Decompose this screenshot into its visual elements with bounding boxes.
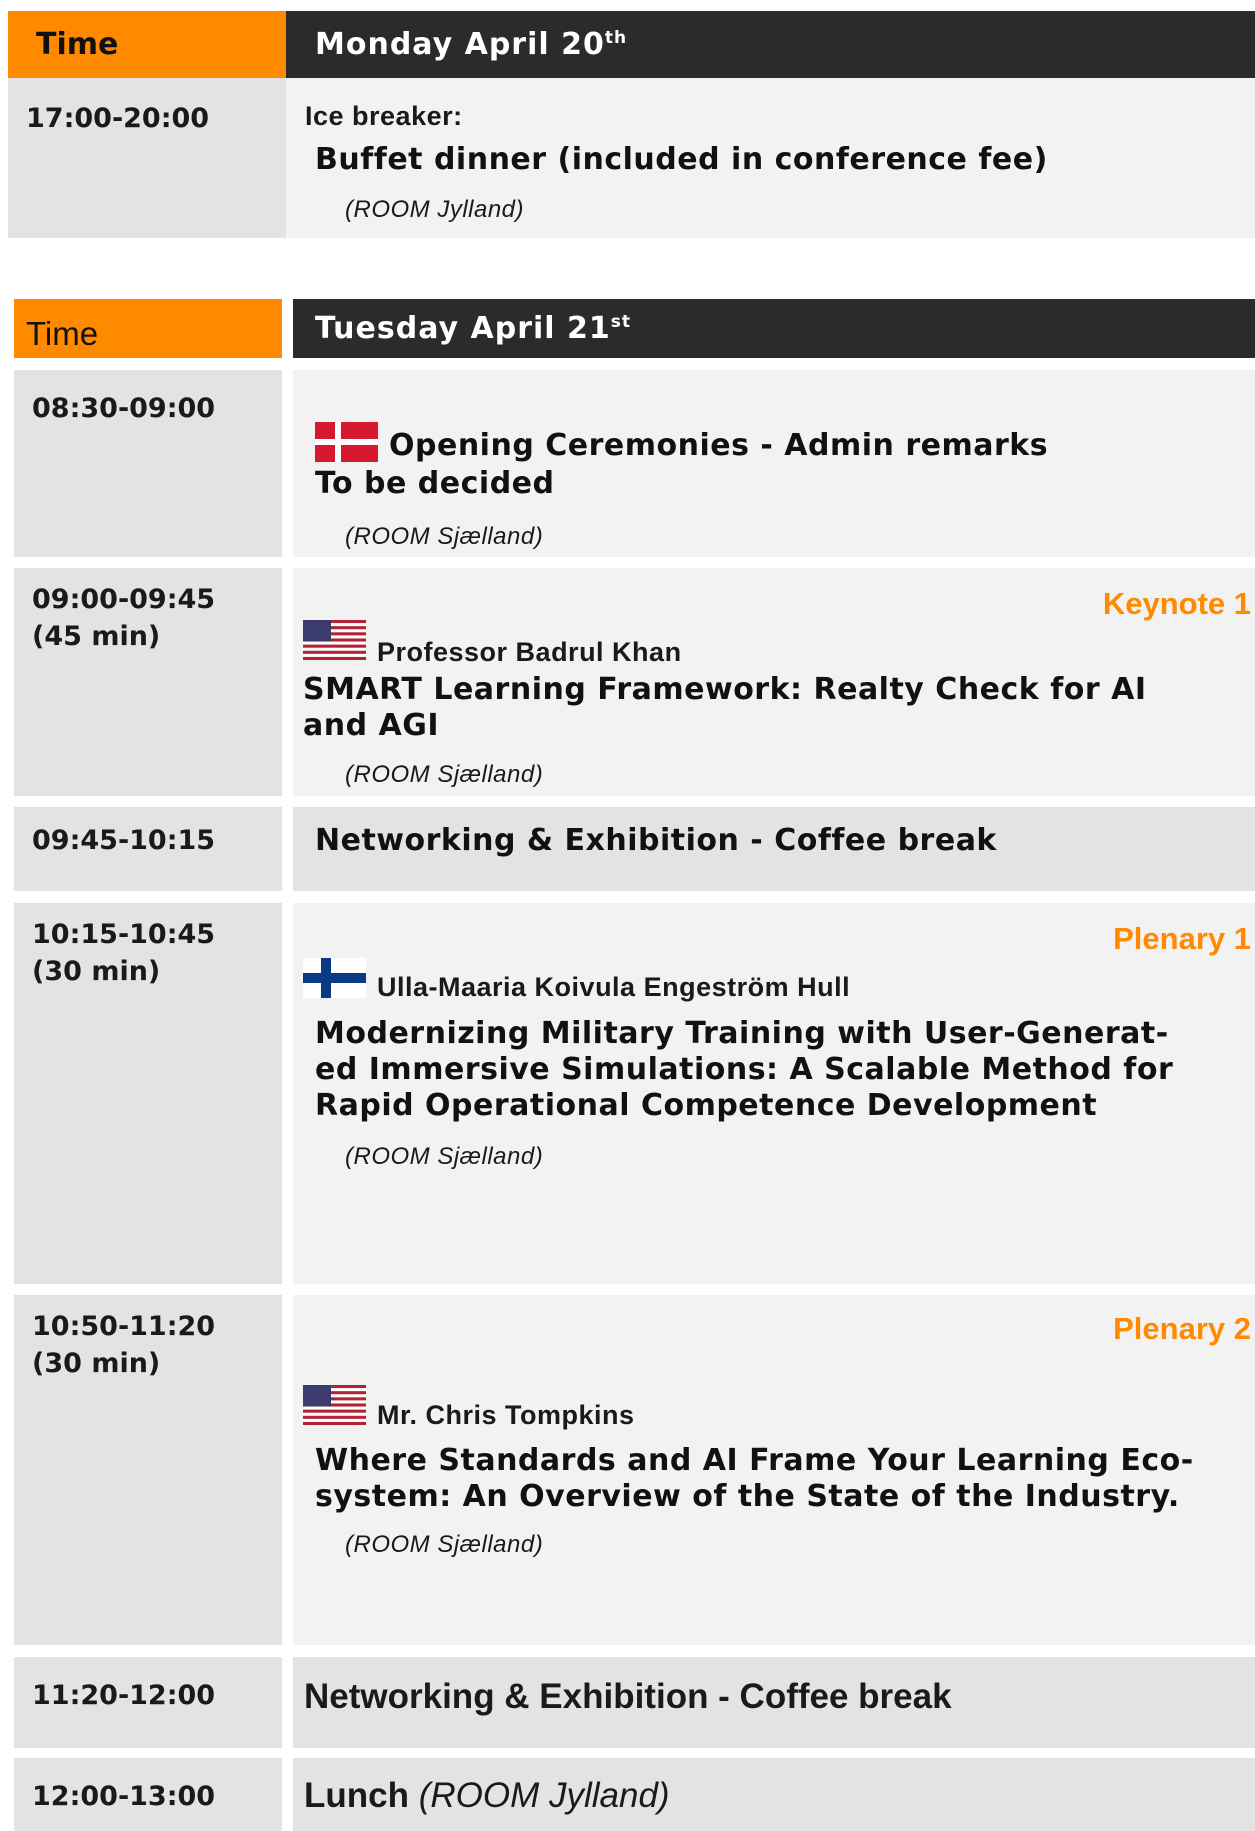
- day-header-tuesday: Tuesday April 21st: [293, 299, 1255, 358]
- session-room: (ROOM Jylland): [418, 1776, 670, 1815]
- session-title-line: ed Immersive Simulations: A Scalable Met…: [315, 1052, 1174, 1087]
- day-header-label: Monday April 20th: [315, 27, 628, 62]
- session-cell-icebreaker: Ice breaker: Buffet dinner (included in …: [286, 78, 1255, 238]
- session-tag: Plenary 2: [1113, 1311, 1251, 1346]
- session-cell-keynote-1: Keynote 1 Professor Badrul Khan SMART Le…: [293, 568, 1255, 796]
- time-cell: 12:00-13:00: [14, 1758, 282, 1831]
- session-title-line: Modernizing Military Training with User-…: [315, 1016, 1169, 1051]
- session-tag: Keynote 1: [1102, 586, 1251, 621]
- usa-flag-icon: [303, 1385, 366, 1425]
- denmark-flag-icon: [315, 422, 378, 462]
- session-title-line: system: An Overview of the State of the …: [315, 1479, 1180, 1514]
- speaker-name: Ulla-Maaria Koivula Engeström Hull: [377, 972, 851, 1002]
- session-room: (ROOM Jylland): [345, 196, 525, 223]
- time-slot: 10:15-10:45: [32, 919, 216, 950]
- day-header-monday: Monday April 20th: [286, 11, 1255, 78]
- time-cell: 09:45-10:15: [14, 807, 282, 891]
- lunch-label: Lunch: [304, 1776, 409, 1815]
- session-cell-opening: Opening Ceremonies - Admin remarks To be…: [293, 370, 1255, 557]
- session-cell-plenary-2: Plenary 2 Mr. Chris Tompkins Where Stand…: [293, 1295, 1255, 1645]
- time-column-header: Time: [8, 11, 286, 78]
- finland-flag-icon: [303, 958, 366, 998]
- session-room: (ROOM Sjælland): [345, 1143, 544, 1170]
- session-cell-coffee-break: Networking & Exhibition - Coffee break: [293, 1657, 1255, 1748]
- time-cell: 09:00-09:45 (45 min): [14, 568, 282, 796]
- duration: (30 min): [32, 1348, 161, 1379]
- time-cell: 10:50-11:20 (30 min): [14, 1295, 282, 1645]
- session-room: (ROOM Sjælland): [345, 761, 544, 788]
- time-cell: 10:15-10:45 (30 min): [14, 903, 282, 1284]
- duration: (30 min): [32, 956, 161, 987]
- session-title: Networking & Exhibition - Coffee break: [304, 1677, 952, 1716]
- time-cell: 08:30-09:00: [14, 370, 282, 557]
- time-cell: 11:20-12:00: [14, 1657, 282, 1748]
- session-room: (ROOM Sjælland): [345, 523, 544, 550]
- session-room: (ROOM Sjælland): [345, 1531, 544, 1558]
- session-title: Lunch (ROOM Jylland): [304, 1776, 670, 1816]
- time-header-label: Time: [26, 315, 99, 352]
- session-cell-plenary-1: Plenary 1 Ulla-Maaria Koivula Engeström …: [293, 903, 1255, 1284]
- time-cell: 17:00-20:00: [8, 78, 286, 238]
- speaker-name: Mr. Chris Tompkins: [377, 1400, 635, 1430]
- session-label: Ice breaker:: [305, 101, 463, 131]
- session-title: Opening Ceremonies - Admin remarks: [389, 428, 1049, 463]
- time-slot: 17:00-20:00: [26, 103, 210, 134]
- session-cell-coffee-break: Networking & Exhibition - Coffee break: [293, 807, 1255, 891]
- time-slot: 09:45-10:15: [32, 825, 216, 856]
- session-title: Networking & Exhibition - Coffee break: [315, 823, 997, 858]
- duration: (45 min): [32, 621, 161, 652]
- session-title: Buffet dinner (included in conference fe…: [315, 142, 1048, 177]
- session-title-line: and AGI: [303, 708, 440, 743]
- session-cell-lunch: Lunch (ROOM Jylland): [293, 1758, 1255, 1831]
- session-title-line: Where Standards and AI Frame Your Learni…: [315, 1443, 1194, 1478]
- session-title-line: SMART Learning Framework: Realty Check f…: [303, 672, 1147, 707]
- session-subtitle: To be decided: [315, 466, 555, 501]
- usa-flag-icon: [303, 620, 366, 660]
- time-column-header: Time: [14, 299, 282, 358]
- day-header-label: Tuesday April 21st: [315, 311, 632, 346]
- time-header-label: Time: [36, 27, 119, 62]
- time-slot: 11:20-12:00: [32, 1680, 216, 1711]
- time-slot: 09:00-09:45: [32, 584, 216, 615]
- time-slot: 08:30-09:00: [32, 393, 216, 424]
- session-tag: Plenary 1: [1113, 921, 1251, 956]
- time-slot: 12:00-13:00: [32, 1781, 216, 1812]
- time-slot: 10:50-11:20: [32, 1311, 216, 1342]
- session-title-line: Rapid Operational Competence Development: [315, 1088, 1098, 1123]
- speaker-name: Professor Badrul Khan: [377, 637, 682, 667]
